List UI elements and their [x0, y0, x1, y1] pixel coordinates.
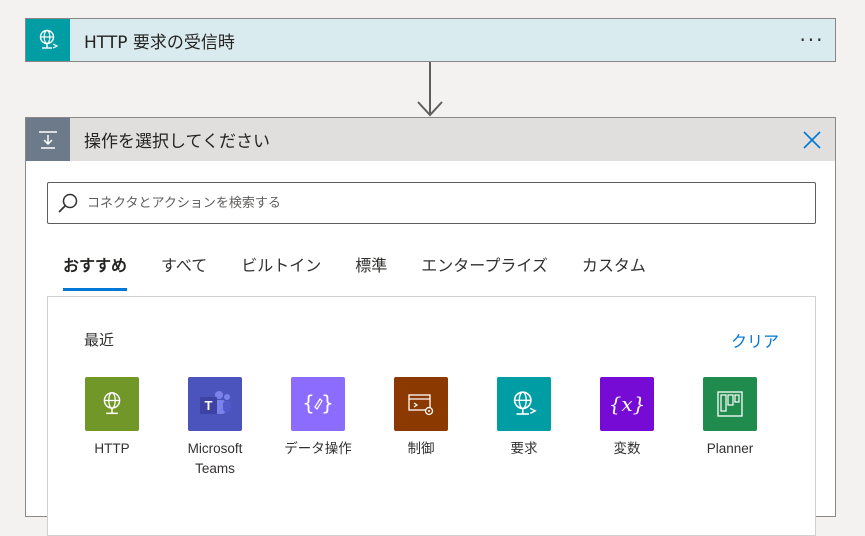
connector-microsoft-teams[interactable]: T Microsoft Teams	[175, 377, 255, 479]
tab-standard[interactable]: 標準	[355, 246, 387, 291]
category-tabs: おすすめ すべて ビルトイン 標準 エンタープライズ カスタム	[63, 246, 680, 291]
operation-icon	[26, 118, 70, 161]
choose-operation-card: 操作を選択してください おすすめ すべて ビルトイン 標準 エンタープライズ カ…	[25, 117, 836, 536]
connector-control[interactable]: 制御	[381, 377, 461, 479]
tab-enterprise[interactable]: エンタープライズ	[421, 246, 548, 291]
search-icon	[58, 193, 78, 213]
tab-recommended[interactable]: おすすめ	[63, 246, 128, 291]
data-operations-icon: { }	[291, 377, 345, 431]
connector-list: HTTP T Microsoft Teams {} データ操作 制御 要求 {…	[72, 377, 793, 479]
planner-icon	[703, 377, 757, 431]
tab-all[interactable]: すべて	[161, 246, 207, 291]
more-options-button[interactable]: ···	[795, 25, 829, 55]
connector-label: データ操作	[284, 441, 352, 456]
clear-link[interactable]: クリア	[731, 328, 779, 352]
connector-planner[interactable]: Planner	[690, 377, 770, 479]
search-input[interactable]	[85, 183, 815, 223]
connector-request[interactable]: 要求	[484, 377, 564, 479]
search-box	[47, 182, 816, 224]
connector-data-operations[interactable]: { } データ操作	[278, 377, 358, 479]
action-header: 操作を選択してください	[26, 118, 835, 161]
close-button[interactable]	[797, 125, 827, 155]
connector-label: HTTP	[94, 441, 130, 456]
close-icon	[803, 130, 821, 149]
tab-built-in[interactable]: ビルトイン	[241, 246, 321, 291]
connector-variables[interactable]: {x} 変数	[587, 377, 667, 479]
control-icon	[394, 377, 448, 431]
teams-icon: T	[188, 377, 242, 431]
connector-label: Microsoft Teams	[187, 441, 243, 476]
globe-icon	[85, 377, 139, 431]
request-trigger-icon	[26, 19, 70, 61]
connector-label: 要求	[510, 441, 538, 456]
svg-text:{x}: {x}	[609, 392, 646, 416]
tab-custom[interactable]: カスタム	[582, 246, 646, 291]
flow-arrow-icon	[417, 62, 443, 117]
trigger-title: HTTP 要求の受信時	[84, 32, 235, 53]
recent-connectors-panel: 最近 クリア HTTP T Microsoft Teams {} データ操作 …	[47, 296, 816, 536]
connector-http[interactable]: HTTP	[72, 377, 152, 479]
connector-label: Planner	[706, 441, 754, 456]
variable-icon: {x}	[600, 377, 654, 431]
connector-label: 変数	[613, 441, 641, 456]
request-icon	[497, 377, 551, 431]
svg-text:T: T	[205, 398, 213, 413]
trigger-card[interactable]: HTTP 要求の受信時 ···	[25, 18, 836, 62]
recent-label: 最近	[84, 331, 115, 349]
connector-label: 制御	[407, 441, 435, 456]
action-title: 操作を選択してください	[84, 132, 270, 152]
